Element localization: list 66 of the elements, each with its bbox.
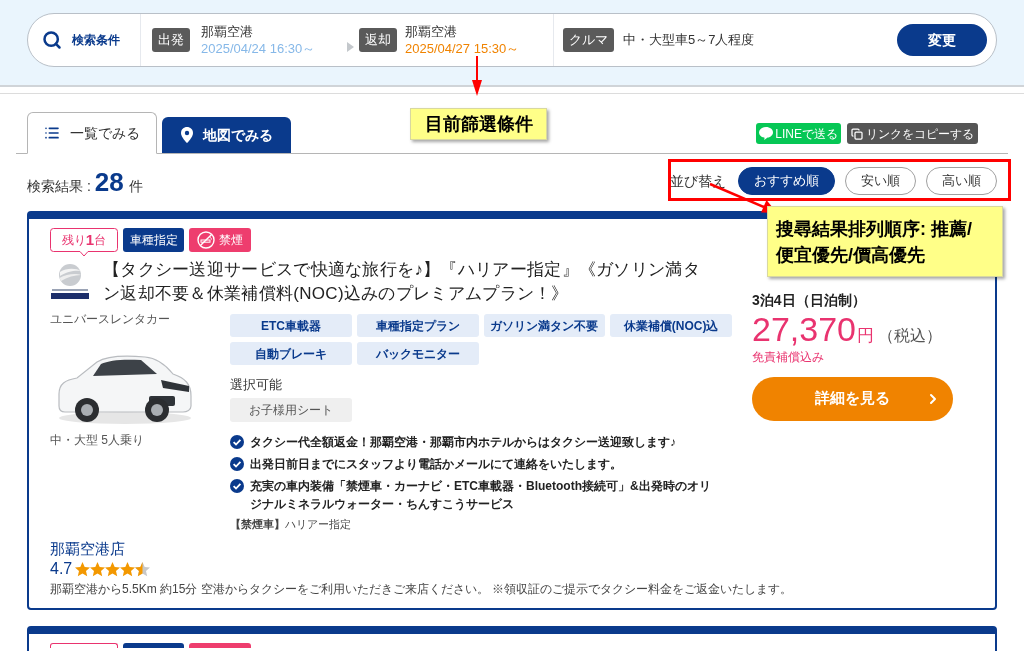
- departure-place: 那覇空港: [201, 23, 254, 40]
- price-amount: 27,370: [752, 310, 856, 348]
- feature-tag: ETC車載器: [230, 314, 352, 337]
- annotation-note: 搜尋結果排列順序: 推薦/ 便宜優先/價高優先: [767, 206, 1003, 277]
- change-button[interactable]: 変更: [897, 24, 987, 56]
- results-count: 28: [94, 168, 124, 196]
- feature-tag: 休業補償(NOC)込: [610, 314, 732, 337]
- annotation-note: 目前篩選條件: [410, 108, 547, 140]
- car-type-badge: 車種指定: [123, 228, 184, 252]
- options-label: 選択可能: [230, 377, 283, 393]
- company-logo: [50, 262, 90, 300]
- departure-datetime: 2025/04/24 16:30～: [201, 40, 317, 57]
- view-tab[interactable]: 一覧でみる: [27, 112, 157, 154]
- sort-option[interactable]: 安い順: [845, 167, 916, 195]
- plan-note: 【禁煙車】ハリアー指定: [230, 517, 352, 531]
- list-icon: [44, 125, 60, 141]
- shop-access: 那覇空港から5.5Km 約15分 空港からタクシーをご利用いただきご来店ください。 ※領収証のご提示でタクシー料金をご返金いたします。: [50, 581, 794, 597]
- map-pin-icon: [180, 127, 193, 143]
- plan-point: タクシー代全額返金！那覇空港・那覇市内ホテルからはタクシー送迎致します♪: [250, 434, 677, 451]
- star-icon: [105, 562, 121, 577]
- check-circle-icon: [230, 479, 244, 493]
- feature-tag: 自動ブレーキ: [230, 342, 352, 365]
- check-circle-icon: [230, 435, 244, 449]
- field-tag: 返却: [359, 28, 397, 52]
- no-smoking-label: 禁煙: [219, 232, 243, 249]
- view-tab[interactable]: 地図でみる: [162, 117, 291, 153]
- sort-option[interactable]: おすすめ順: [738, 167, 835, 195]
- rating-score: 4.7: [50, 559, 73, 579]
- badge-top-edge: [50, 643, 118, 648]
- feature-tag: バックモニター: [356, 342, 479, 365]
- shop-name: 那覇空港店: [50, 539, 126, 559]
- annotation-arrow: [471, 56, 483, 96]
- copy-icon: [851, 127, 863, 140]
- check-circle-icon: [230, 457, 244, 471]
- search-conditions-label: 検索条件: [72, 32, 120, 49]
- no-smoking-icon: [197, 231, 215, 249]
- return-place: 那覇空港: [405, 23, 458, 40]
- rental-period: 3泊4日（日泊制）: [752, 291, 867, 310]
- results-label: 検索結果 :: [27, 177, 91, 196]
- caret-right-icon: [347, 42, 354, 52]
- star-icon: [135, 562, 151, 577]
- search-icon: [42, 30, 62, 50]
- return-datetime: 2025/04/27 15:30～: [405, 40, 521, 57]
- stock-badge: 残り1台: [50, 228, 118, 257]
- copy-link-button[interactable]: リンクをコピーする: [847, 123, 978, 144]
- star-icon: [90, 562, 106, 577]
- insurance-note: 免責補償込み: [752, 348, 825, 365]
- price-currency: 円: [857, 325, 874, 347]
- field-tag: 出発: [152, 28, 190, 52]
- car-class-value: 中・大型車5～7人程度: [623, 31, 755, 50]
- car-class: 中・大型 5人乗り: [50, 432, 145, 448]
- plan-title: 【タクシー送迎サービスで快適な旅行を♪】『ハリアー指定』《ガソリン満タン返却不要＆休業補償料(NOC)込みのプレミアムプラン！》: [103, 259, 701, 305]
- star-icon: [75, 562, 91, 577]
- chat-bubble-icon: [759, 127, 774, 140]
- badge-top-edge: [189, 643, 251, 648]
- sort-option[interactable]: 高い順: [926, 167, 997, 195]
- badge-top-edge: [123, 643, 184, 648]
- company-name: ユニバースレンタカー: [50, 311, 171, 327]
- results-unit: 件: [128, 177, 143, 196]
- field-tag: クルマ: [563, 28, 614, 52]
- plan-point: 充実の車内装備「禁煙車・カーナビ・ETC車載器・Bluetooth接続可」&出発時のオリジナルミネラルウォーター・ちんすこうサービス: [250, 478, 712, 513]
- tax-note: （税込）: [878, 326, 942, 346]
- feature-tag: ガソリン満タン不要: [483, 314, 606, 337]
- option-tag: お子様用シート: [230, 398, 352, 422]
- plan-point: 出発日前日までにスタッフより電話かメールにて連絡をいたします。: [250, 456, 623, 473]
- feature-tag: 車種指定プラン: [356, 314, 479, 337]
